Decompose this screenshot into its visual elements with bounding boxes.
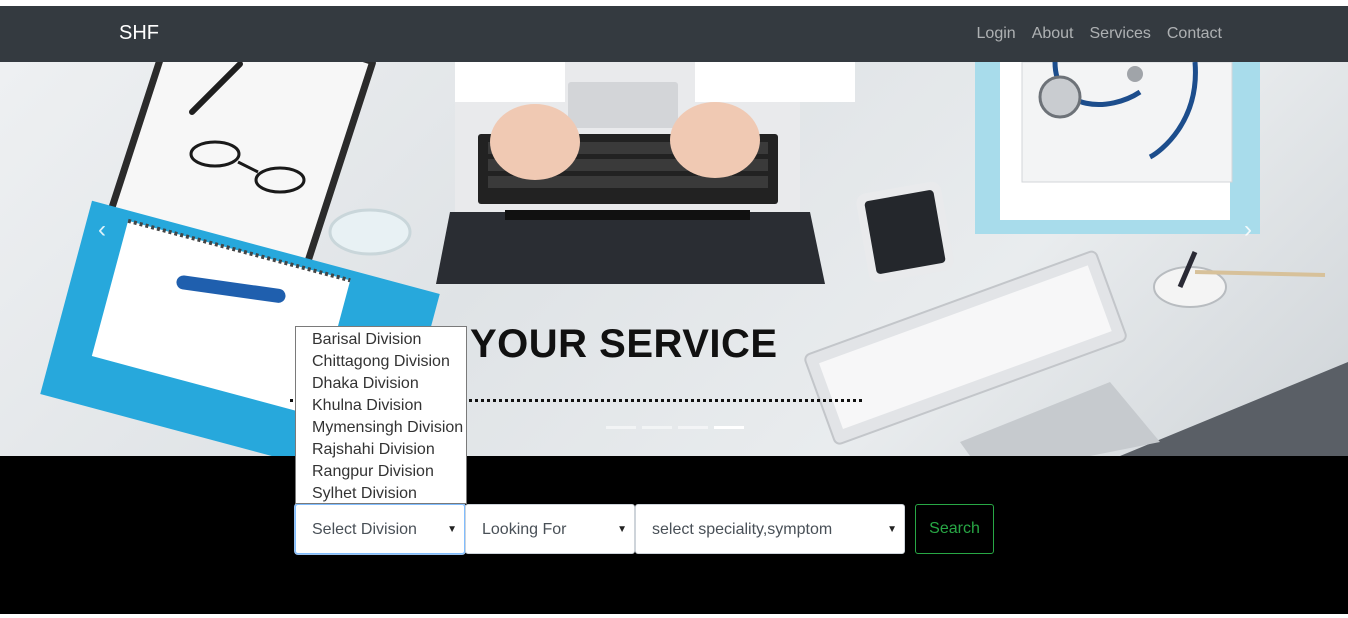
looking-for-select[interactable]: Looking For ▼ — [465, 504, 635, 554]
carousel-next-chevron-right-icon[interactable]: › — [1236, 218, 1260, 242]
looking-for-select-value: Looking For — [482, 521, 567, 538]
carousel-indicator-4[interactable] — [714, 426, 744, 429]
division-dropdown-list: Barisal Division Chittagong Division Dha… — [295, 326, 467, 504]
division-option[interactable]: Barisal Division — [296, 329, 466, 351]
speciality-select-value: select speciality,symptom — [652, 521, 833, 538]
hero-background-image — [40, 62, 1348, 456]
search-button[interactable]: Search — [915, 504, 994, 554]
speciality-select[interactable]: select speciality,symptom ▼ — [635, 504, 905, 554]
caret-down-icon: ▼ — [447, 524, 457, 535]
division-option[interactable]: Chittagong Division — [296, 351, 466, 373]
page: SHF Login About Services Contact ‹ › YOU… — [0, 0, 1348, 618]
caret-down-icon: ▼ — [887, 524, 897, 535]
nav-about-link[interactable]: About — [1032, 25, 1074, 43]
division-option[interactable]: Mymensingh Division — [296, 417, 466, 439]
nav-services-link[interactable]: Services — [1090, 25, 1151, 43]
hero-carousel: ‹ › YOUR SERVICE — [0, 62, 1348, 456]
carousel-indicator-3[interactable] — [678, 426, 708, 429]
carousel-indicators — [606, 426, 744, 429]
nav-contact-link[interactable]: Contact — [1167, 25, 1222, 43]
carousel-prev-chevron-left-icon[interactable]: ‹ — [90, 218, 114, 242]
division-option[interactable]: Sylhet Division — [296, 483, 466, 505]
nav-links: Login About Services Contact — [977, 25, 1222, 43]
nav-login-link[interactable]: Login — [977, 25, 1016, 43]
division-option[interactable]: Rangpur Division — [296, 461, 466, 483]
division-option[interactable]: Rajshahi Division — [296, 439, 466, 461]
brand-logo[interactable]: SHF — [119, 22, 159, 45]
division-option[interactable]: Dhaka Division — [296, 373, 466, 395]
hero-title: YOUR SERVICE — [470, 322, 778, 366]
division-select[interactable]: Select Division ▼ — [295, 504, 465, 554]
carousel-indicator-1[interactable] — [606, 426, 636, 429]
division-option[interactable]: Khulna Division — [296, 395, 466, 417]
navbar: SHF Login About Services Contact — [0, 6, 1348, 62]
division-select-value: Select Division — [312, 521, 417, 538]
bottom-strip — [0, 614, 1348, 618]
carousel-indicator-2[interactable] — [642, 426, 672, 429]
caret-down-icon: ▼ — [617, 524, 627, 535]
